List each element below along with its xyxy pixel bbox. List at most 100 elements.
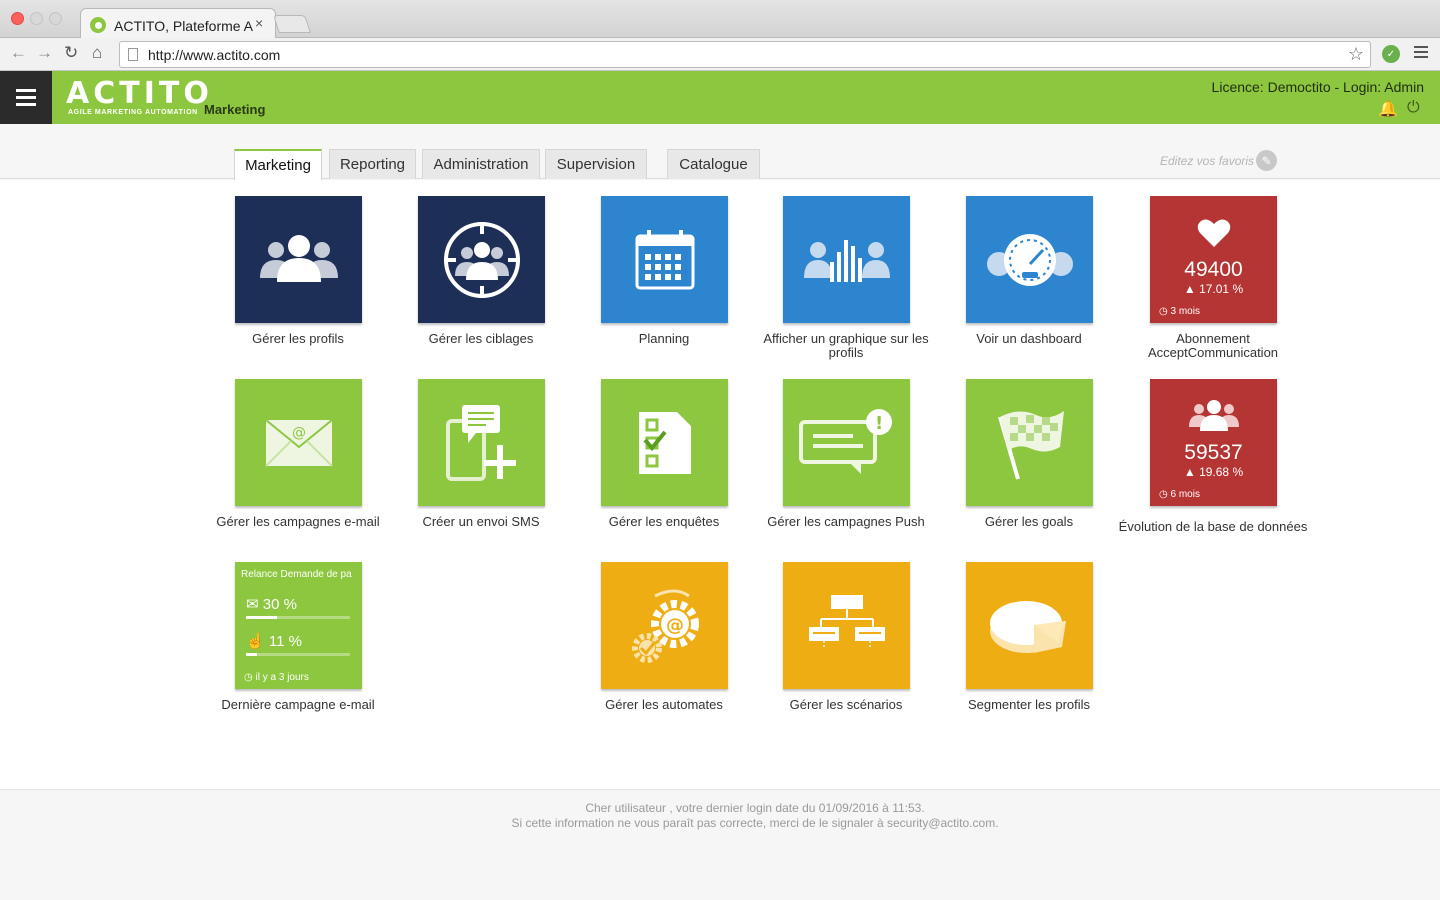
tile-label: Gérer les ciblages: [428, 331, 534, 346]
hamburger-menu-button[interactable]: [0, 71, 52, 124]
flowchart-icon: [808, 594, 885, 649]
bookmark-star-icon[interactable]: ☆: [1348, 44, 1364, 65]
forward-icon[interactable]: →: [36, 43, 53, 63]
subscription-count: 49400: [1184, 258, 1243, 281]
tile-label: Gérer les scénarios: [789, 697, 903, 712]
actito-logo[interactable]: ACTITO: [66, 76, 213, 111]
tile-label: Gérer les profils: [252, 331, 344, 346]
tab-reporting[interactable]: Reporting: [329, 149, 416, 179]
campaign-title: Relance Demande de pa: [241, 569, 352, 580]
campaign-period: ◷ il y a 3 jours: [244, 672, 309, 683]
app-header: ACTITO AGILE MARKETING AUTOMATION Market…: [0, 71, 1440, 124]
tile-last-email-campaign[interactable]: Relance Demande de pa ✉ 30 % ☝ 11 % ◷ il…: [235, 562, 362, 689]
power-icon[interactable]: ⏻: [1407, 99, 1420, 117]
close-window-button[interactable]: [11, 12, 24, 25]
gears-icon: @: [631, 589, 699, 663]
close-tab-icon[interactable]: ×: [255, 15, 263, 31]
licence-info: Licence: Democtito - Login: Admin: [1211, 79, 1424, 95]
tile-label: Créer un envoi SMS: [422, 514, 540, 529]
target-users-icon: [443, 221, 520, 298]
edit-favorites-link[interactable]: Editez vos favoris: [1160, 154, 1254, 168]
open-rate: ✉ 30 %: [246, 596, 297, 613]
svg-text:@: @: [292, 425, 306, 441]
survey-icon: [638, 411, 691, 474]
reload-icon[interactable]: ↻: [64, 43, 78, 63]
heart-icon: [1197, 219, 1231, 247]
users-icon: [1189, 400, 1239, 431]
module-tabs: Marketing Reporting Administration Super…: [0, 124, 1440, 180]
open-mail-icon: ✉: [246, 596, 259, 613]
tile-scenarios[interactable]: [783, 562, 910, 689]
favicon-icon: [90, 17, 106, 33]
tile-label: Abonnement AcceptCommunication: [1147, 331, 1279, 360]
maximize-window-button[interactable]: [49, 12, 62, 25]
users-chart-icon: [803, 239, 890, 282]
tile-segment-profiles[interactable]: [966, 562, 1093, 689]
open-rate-bar: [246, 616, 350, 619]
module-name: Marketing: [204, 102, 266, 117]
tile-label: Dernière campagne e-mail: [221, 697, 375, 712]
footer: Cher utilisateur , votre dernier login d…: [0, 789, 1440, 900]
tile-profile-chart[interactable]: [783, 196, 910, 323]
svg-text:@: @: [666, 615, 684, 636]
tile-push-campaigns[interactable]: !: [783, 379, 910, 506]
envelope-icon: @: [264, 418, 333, 467]
security-notice: Si cette information ne vous paraît pas …: [511, 816, 999, 830]
browser-menu-icon[interactable]: [1414, 46, 1428, 61]
pie-icon: [989, 600, 1066, 653]
gauge-icon: [986, 233, 1073, 286]
tab-marketing[interactable]: Marketing: [234, 149, 322, 180]
browser-titlebar: ACTITO, Plateforme A ×: [0, 0, 1440, 39]
subscription-period: ◷ 3 mois: [1159, 306, 1200, 317]
logo-tagline: AGILE MARKETING AUTOMATION: [68, 109, 198, 116]
browser-tab[interactable]: ACTITO, Plateforme A ×: [80, 8, 276, 39]
tile-sms[interactable]: [418, 379, 545, 506]
push-icon: !: [798, 408, 892, 474]
last-login-text: Cher utilisateur , votre dernier login d…: [585, 801, 925, 815]
tile-manage-profiles[interactable]: [235, 196, 362, 323]
tile-label: Gérer les campagnes Push: [767, 514, 925, 529]
tile-automations[interactable]: @: [601, 562, 728, 689]
click-rate: ☝ 11 %: [246, 633, 302, 650]
click-hand-icon: ☝: [246, 633, 265, 650]
tiles-grid: Gérer les profils Gérer les ciblages Pla…: [0, 180, 1440, 789]
tab-administration[interactable]: Administration: [422, 149, 540, 179]
extension-icon[interactable]: ✓: [1382, 45, 1400, 63]
click-rate-bar: [246, 653, 350, 656]
tile-label: Évolution de la base de données: [1118, 519, 1308, 534]
flag-icon: [997, 410, 1064, 480]
tile-goals[interactable]: [966, 379, 1093, 506]
calendar-icon: [635, 229, 694, 289]
database-period: ◷ 6 mois: [1159, 489, 1200, 500]
page-icon: [128, 48, 138, 61]
address-toolbar: ← → ↻ ⌂ http://www.actito.com ☆ ✓: [0, 38, 1440, 71]
svg-text:!: !: [875, 413, 883, 434]
home-icon[interactable]: ⌂: [92, 43, 102, 63]
users-icon: [259, 234, 338, 282]
tile-dashboard[interactable]: [966, 196, 1093, 323]
database-percent: ▲ 19.68 %: [1183, 465, 1244, 479]
tile-label: Gérer les goals: [984, 514, 1074, 529]
tile-surveys[interactable]: [601, 379, 728, 506]
tile-label: Planning: [638, 331, 690, 346]
tile-subscription-stats[interactable]: 49400 ▲ 17.01 % ◷ 3 mois: [1150, 196, 1277, 323]
minimize-window-button[interactable]: [30, 12, 43, 25]
tile-label: Gérer les campagnes e-mail: [216, 514, 380, 529]
subscription-percent: ▲ 17.01 %: [1183, 282, 1244, 296]
back-icon[interactable]: ←: [10, 43, 27, 63]
tile-label: Segmenter les profils: [967, 697, 1091, 712]
tab-catalogue[interactable]: Catalogue: [667, 149, 760, 179]
tile-email-campaigns[interactable]: @: [235, 379, 362, 506]
wrench-icon[interactable]: ✎: [1256, 150, 1277, 171]
tile-label: Afficher un graphique sur les profils: [763, 331, 929, 360]
tab-supervision[interactable]: Supervision: [545, 149, 647, 179]
tile-planning[interactable]: [601, 196, 728, 323]
tile-manage-targeting[interactable]: [418, 196, 545, 323]
new-tab-button[interactable]: [273, 15, 311, 33]
bell-icon[interactable]: 🔔: [1378, 99, 1398, 119]
tile-database-evolution[interactable]: 59537 ▲ 19.68 % ◷ 6 mois: [1150, 379, 1277, 506]
tile-label: Voir un dashboard: [976, 331, 1082, 346]
url-input[interactable]: http://www.actito.com ☆: [119, 41, 1371, 68]
url-text: http://www.actito.com: [148, 47, 281, 63]
sms-icon: [445, 404, 516, 481]
